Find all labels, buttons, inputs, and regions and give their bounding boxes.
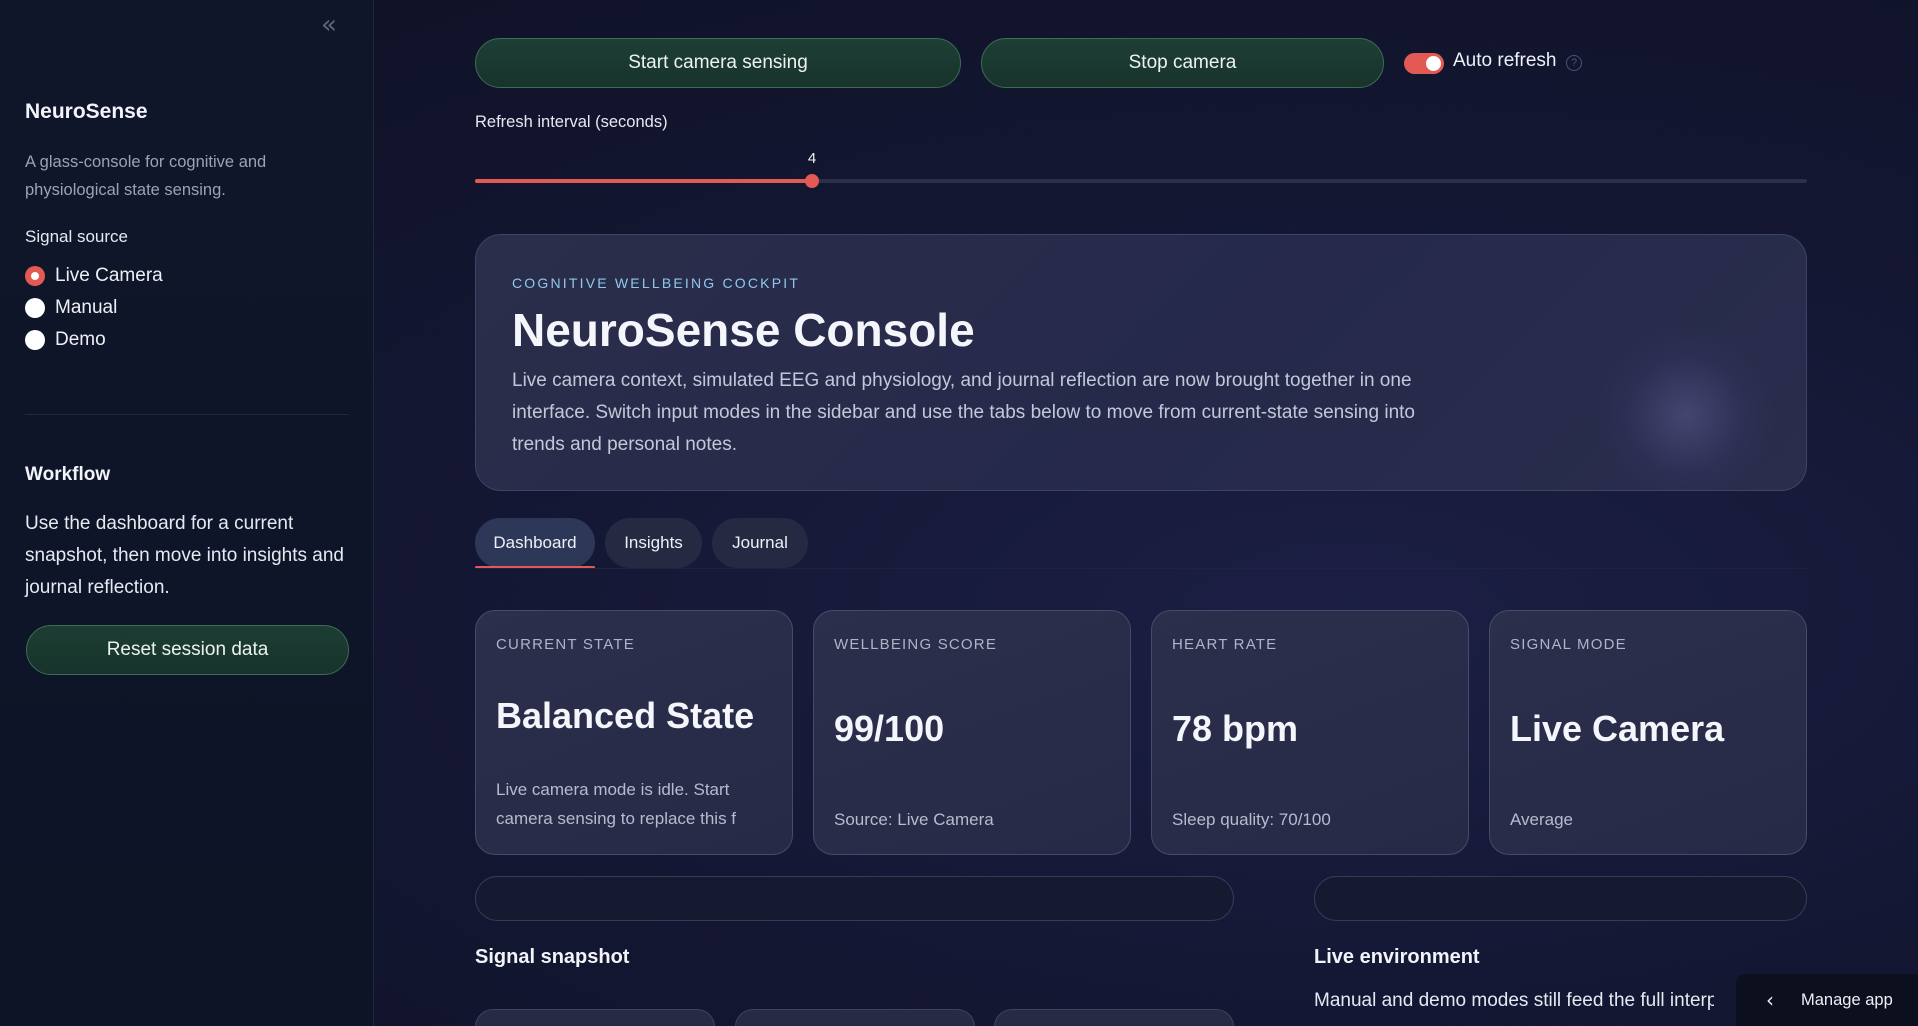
hero-description: Live camera context, simulated EEG and p… <box>512 370 1415 455</box>
slider-handle[interactable] <box>805 174 819 188</box>
refresh-interval-label: Refresh interval (seconds) <box>475 113 668 131</box>
radio-manual[interactable]: Manual <box>25 292 163 324</box>
radio-live-camera[interactable]: Live Camera <box>25 260 163 292</box>
metric-card-signal-mode: SIGNAL MODE Live Camera Average <box>1489 610 1807 855</box>
manage-app-label: Manage app <box>1801 991 1893 1009</box>
workflow-text: Use the dashboard for a current snapshot… <box>25 513 344 598</box>
card-value: 99/100 <box>834 708 945 749</box>
card-subtext: Sleep quality: 70/100 <box>1172 810 1331 829</box>
radio-label: Demo <box>55 329 106 350</box>
card-value: 78 bpm <box>1172 708 1299 749</box>
live-environment-container <box>1314 876 1807 921</box>
signal-mini-card <box>475 1009 715 1026</box>
live-environment-text: Manual and demo modes still feed the ful… <box>1314 990 1714 1011</box>
signal-snapshot-title: Signal snapshot <box>475 946 630 968</box>
live-environment-title: Live environment <box>1314 946 1480 968</box>
radio-demo[interactable]: Demo <box>25 324 163 356</box>
radio-label: Live Camera <box>55 265 163 286</box>
auto-refresh-toggle[interactable] <box>1404 53 1444 74</box>
signal-source-radio-group: Live Camera Manual Demo <box>25 260 163 356</box>
card-value: Balanced State <box>496 695 755 736</box>
tab-insights[interactable]: Insights <box>605 518 702 568</box>
hero-title: NeuroSense Console <box>512 304 975 356</box>
metric-card-current-state: CURRENT STATE Balanced State Live camera… <box>475 610 793 855</box>
stop-camera-button[interactable]: Stop camera <box>981 38 1384 88</box>
hero-panel: COGNITIVE WELLBEING COCKPIT NeuroSense C… <box>475 234 1807 491</box>
tabs-divider <box>475 568 1807 569</box>
manage-app-button[interactable]: ‹ Manage app <box>1736 974 1918 1026</box>
reset-session-button[interactable]: Reset session data <box>26 625 349 675</box>
card-label: CURRENT STATE <box>496 636 635 653</box>
card-label: WELLBEING SCORE <box>834 636 998 653</box>
card-label: SIGNAL MODE <box>1510 636 1627 653</box>
signal-mini-card <box>735 1009 975 1026</box>
radio-unselected-icon[interactable] <box>25 298 45 318</box>
sidebar-divider <box>25 414 349 415</box>
auto-refresh-label: Auto refresh <box>1453 50 1557 71</box>
card-subtext: Live camera mode is idle. Start camera s… <box>496 780 736 828</box>
start-camera-button[interactable]: Start camera sensing <box>475 38 961 88</box>
tab-journal[interactable]: Journal <box>712 518 808 568</box>
metric-card-heart-rate: HEART RATE 78 bpm Sleep quality: 70/100 <box>1151 610 1469 855</box>
card-subtext: Average <box>1510 810 1574 829</box>
tab-dashboard[interactable]: Dashboard <box>475 518 595 568</box>
radio-unselected-icon[interactable] <box>25 330 45 350</box>
workflow-title: Workflow <box>25 464 111 485</box>
signal-snapshot-container <box>475 876 1234 921</box>
slider-fill <box>475 179 812 183</box>
radio-selected-icon[interactable] <box>25 266 45 286</box>
sidebar: « NeuroSense A glass-console for cogniti… <box>0 0 374 1026</box>
card-value: Live Camera <box>1510 708 1725 749</box>
brand-title: NeuroSense <box>25 100 148 123</box>
card-label: HEART RATE <box>1172 636 1278 653</box>
slider-value: 4 <box>807 150 817 167</box>
chevron-left-icon: ‹ <box>1766 988 1774 1012</box>
signal-mini-card <box>994 1009 1234 1026</box>
signal-source-label: Signal source <box>25 227 129 246</box>
card-subtext: Source: Live Camera <box>834 810 994 829</box>
brand-description: A glass-console for cognitive and physio… <box>25 153 267 199</box>
refresh-interval-slider[interactable] <box>475 174 1807 188</box>
hero-glow-decoration <box>1596 325 1776 490</box>
metric-card-wellbeing-score: WELLBEING SCORE 99/100 Source: Live Came… <box>813 610 1131 855</box>
help-icon[interactable]: ? <box>1566 55 1582 71</box>
collapse-sidebar-icon[interactable]: « <box>316 12 342 40</box>
radio-label: Manual <box>55 297 118 318</box>
hero-kicker: COGNITIVE WELLBEING COCKPIT <box>512 275 801 291</box>
